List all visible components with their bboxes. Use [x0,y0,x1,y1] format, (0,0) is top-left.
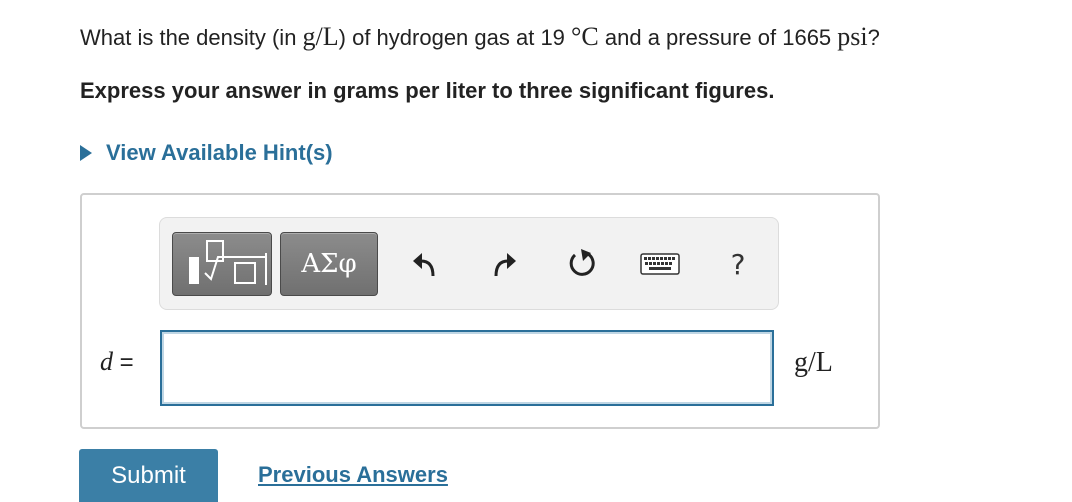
question-part2: ) of hydrogen gas at 19 [338,25,572,50]
redo-icon [494,253,516,277]
redo-button[interactable] [484,244,524,284]
answer-variable-label: d = [100,347,134,377]
keyboard-icon [640,253,680,275]
undo-icon [413,253,435,277]
answer-input[interactable] [160,330,774,406]
previous-answers-link[interactable]: Previous Answers [258,462,448,488]
greek-symbols-icon: ΑΣφ [301,249,357,279]
math-toolbar: ΑΣφ ? [159,217,779,310]
reset-button[interactable] [562,244,602,284]
templates-icon [189,240,267,285]
question-part4: ? [867,25,880,50]
help-button[interactable]: ? [718,244,758,284]
templates-button[interactable] [172,232,272,296]
answer-unit-label: g/L [794,347,833,378]
submit-button[interactable]: Submit [79,449,218,502]
triangle-right-icon [80,145,92,161]
greek-symbols-button[interactable]: ΑΣφ [280,232,378,296]
question-part1: What is the density (in [80,25,303,50]
view-hints-label: View Available Hint(s) [106,140,333,165]
reset-icon [569,249,595,276]
instruction-text: Express your answer in grams per liter t… [80,78,775,103]
view-hints-toggle[interactable]: View Available Hint(s) [80,140,333,166]
density-unit: g/L [302,22,339,51]
temperature-unit: °C [571,22,599,51]
question-part3: and a pressure of 1665 [598,25,838,50]
pressure-unit: psi [837,22,868,51]
keyboard-button[interactable] [640,244,680,284]
equals-sign: = [113,349,134,376]
variable-symbol: d [100,347,113,376]
undo-button[interactable] [405,244,445,284]
help-icon: ? [730,247,746,281]
question-text: What is the density (in g/L) of hydrogen… [80,22,880,52]
answer-panel: ΑΣφ ? d = g/L [80,193,880,429]
